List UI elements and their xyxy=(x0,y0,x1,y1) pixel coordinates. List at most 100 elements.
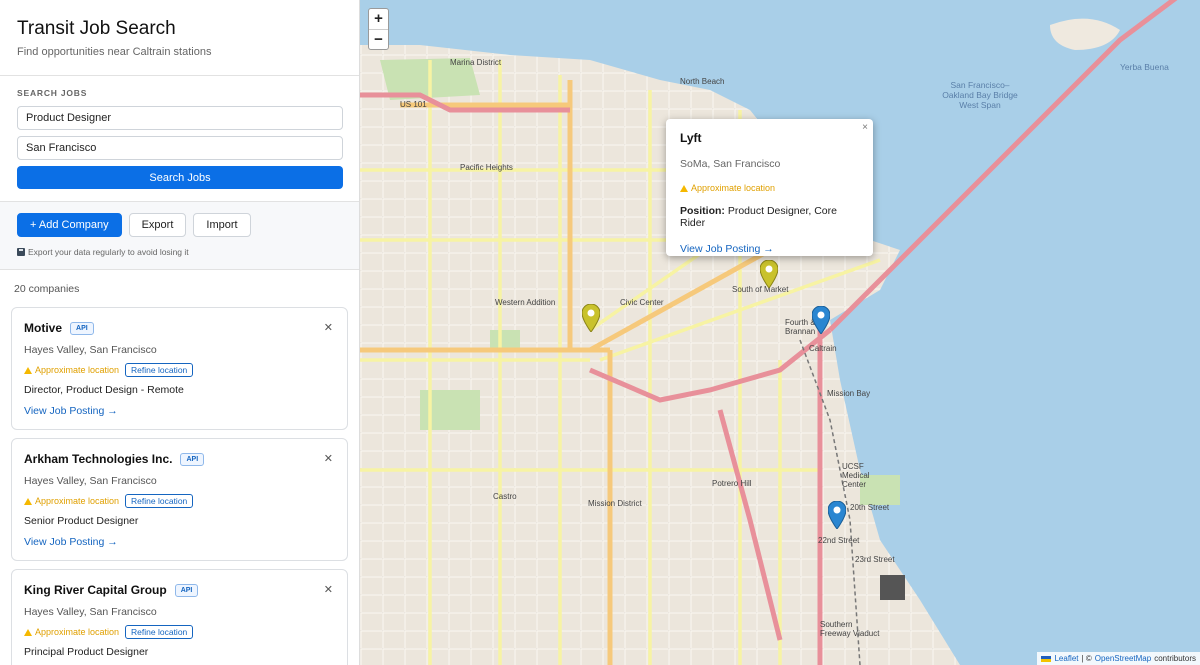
ukraine-flag-icon xyxy=(1041,655,1052,662)
map-label: Mission Bay xyxy=(827,389,871,398)
zoom-out-button[interactable]: − xyxy=(369,29,388,49)
card-header: Arkham Technologies Inc. API xyxy=(24,451,335,467)
sidebar-header: Transit Job Search Find opportunities ne… xyxy=(0,0,359,76)
add-company-button[interactable]: + Add Company xyxy=(17,213,122,237)
job-position: Director, Product Design - Remote xyxy=(24,384,184,396)
approx-location-text: Approximate location xyxy=(35,496,120,506)
warning-icon xyxy=(680,184,688,192)
approx-location: Approximate location xyxy=(24,496,119,506)
location-input[interactable] xyxy=(17,136,343,160)
map-label: Pacific Heights xyxy=(460,163,513,172)
zoom-in-button[interactable]: + xyxy=(369,9,388,29)
popup-title: Lyft xyxy=(680,131,702,145)
map-marker-yellow[interactable] xyxy=(582,304,600,332)
map-marker-blue[interactable] xyxy=(828,501,846,529)
company-count: 20 companies xyxy=(14,283,80,295)
map-view[interactable]: + − Marina District North Beach Pacific … xyxy=(360,0,1200,665)
map-label: 23rd Street xyxy=(855,555,895,564)
company-location: Hayes Valley, San Francisco xyxy=(24,606,157,618)
osm-link[interactable]: OpenStreetMap xyxy=(1095,654,1151,663)
view-job-posting-link[interactable]: View Job Posting → xyxy=(24,536,335,548)
remove-company-icon[interactable]: ✕ xyxy=(324,583,333,596)
refine-location-button[interactable]: Refine location xyxy=(125,494,194,508)
export-hint: Export your data regularly to avoid losi… xyxy=(17,247,342,257)
search-jobs-button[interactable]: Search Jobs xyxy=(17,166,343,189)
warning-icon xyxy=(24,628,32,636)
export-hint-text: Export your data regularly to avoid losi… xyxy=(28,247,189,257)
approx-location: Approximate location xyxy=(24,627,119,637)
remove-company-icon[interactable]: ✕ xyxy=(324,321,333,334)
approx-row: Approximate location Refine location xyxy=(24,494,335,508)
map-label: Mission District xyxy=(588,499,642,508)
popup-approx-location: Approximate location xyxy=(680,183,859,193)
map-label: Western Addition xyxy=(495,298,556,307)
import-button[interactable]: Import xyxy=(193,213,251,237)
map-marker-blue[interactable] xyxy=(812,306,830,334)
map-marker-yellow[interactable] xyxy=(760,260,778,288)
map-tiles[interactable] xyxy=(360,0,1200,665)
company-location: Hayes Valley, San Francisco xyxy=(24,475,157,487)
approx-row: Approximate location Refine location xyxy=(24,363,335,377)
action-buttons: + Add Company Export Import xyxy=(17,213,342,237)
popup-location: SoMa, San Francisco xyxy=(680,158,781,170)
company-location: Hayes Valley, San Francisco xyxy=(24,344,157,356)
refine-location-button[interactable]: Refine location xyxy=(125,363,194,377)
map-label: UCSF Medical Center xyxy=(842,462,870,489)
job-position: Principal Product Designer xyxy=(24,646,149,658)
zoom-control: + − xyxy=(368,8,389,50)
approx-location: Approximate location xyxy=(24,365,119,375)
attribution-separator: | © xyxy=(1081,654,1092,663)
map-label: 20th Street xyxy=(850,503,890,512)
map-label: North Beach xyxy=(680,77,725,86)
popup-view-job-link[interactable]: View Job Posting → xyxy=(680,243,859,255)
export-button[interactable]: Export xyxy=(128,213,187,237)
popup-close-icon[interactable]: × xyxy=(862,122,868,133)
attribution-suffix: contributors xyxy=(1154,654,1196,663)
card-header: Motive API xyxy=(24,320,335,336)
popup-position-label: Position: xyxy=(680,205,725,217)
company-card[interactable]: Arkham Technologies Inc. API ✕ Hayes Val… xyxy=(11,438,348,561)
warning-icon xyxy=(24,366,32,374)
approx-location-text: Approximate location xyxy=(35,365,120,375)
api-badge: API xyxy=(70,321,94,335)
card-header: King River Capital Group API xyxy=(24,582,335,598)
map-label: Yerba Buena xyxy=(1120,62,1169,72)
app-subtitle: Find opportunities near Caltrain station… xyxy=(17,46,212,58)
sidebar: Transit Job Search Find opportunities ne… xyxy=(0,0,360,665)
leaflet-link[interactable]: Leaflet xyxy=(1054,654,1078,663)
map-label: Marina District xyxy=(450,58,502,67)
search-label: SEARCH JOBS xyxy=(17,88,88,98)
map-label: 22nd Street xyxy=(818,536,860,545)
map-label: San Francisco–Oakland Bay Bridge West Sp… xyxy=(942,80,1018,110)
map-label: Civic Center xyxy=(620,298,664,307)
company-name: Arkham Technologies Inc. xyxy=(24,452,173,466)
map-label: Potrero Hill xyxy=(712,479,752,488)
map-label: Castro xyxy=(493,492,517,501)
floppy-disk-icon xyxy=(17,248,25,256)
refine-location-button[interactable]: Refine location xyxy=(125,625,194,639)
view-job-posting-link[interactable]: View Job Posting → xyxy=(24,405,335,417)
job-position: Senior Product Designer xyxy=(24,515,139,527)
marker-popup: × Lyft SoMa, San Francisco Approximate l… xyxy=(666,119,873,256)
job-title-input[interactable] xyxy=(17,106,343,130)
search-panel: SEARCH JOBS Search Jobs xyxy=(0,76,359,202)
pier-building xyxy=(880,575,905,600)
company-card[interactable]: Motive API ✕ Hayes Valley, San Francisco… xyxy=(11,307,348,430)
map-attribution: Leaflet | © OpenStreetMap contributors xyxy=(1037,652,1200,665)
api-badge: API xyxy=(180,452,205,466)
approx-row: Approximate location Refine location xyxy=(24,625,335,639)
api-badge: API xyxy=(174,583,199,597)
remove-company-icon[interactable]: ✕ xyxy=(324,452,333,465)
map-label: Caltrain xyxy=(809,344,837,353)
company-name: Motive xyxy=(24,321,63,335)
company-card[interactable]: King River Capital Group API ✕ Hayes Val… xyxy=(11,569,348,665)
app-title: Transit Job Search xyxy=(17,18,176,39)
approx-location-text: Approximate location xyxy=(35,627,120,637)
popup-position: Position: Product Designer, Core Rider xyxy=(680,205,859,229)
map-label: US 101 xyxy=(400,100,427,109)
actions-panel: + Add Company Export Import Export your … xyxy=(0,202,359,270)
map-label: Southern Freeway Viaduct xyxy=(820,620,880,638)
warning-icon xyxy=(24,497,32,505)
popup-approx-text: Approximate location xyxy=(691,183,776,193)
company-name: King River Capital Group xyxy=(24,583,167,597)
